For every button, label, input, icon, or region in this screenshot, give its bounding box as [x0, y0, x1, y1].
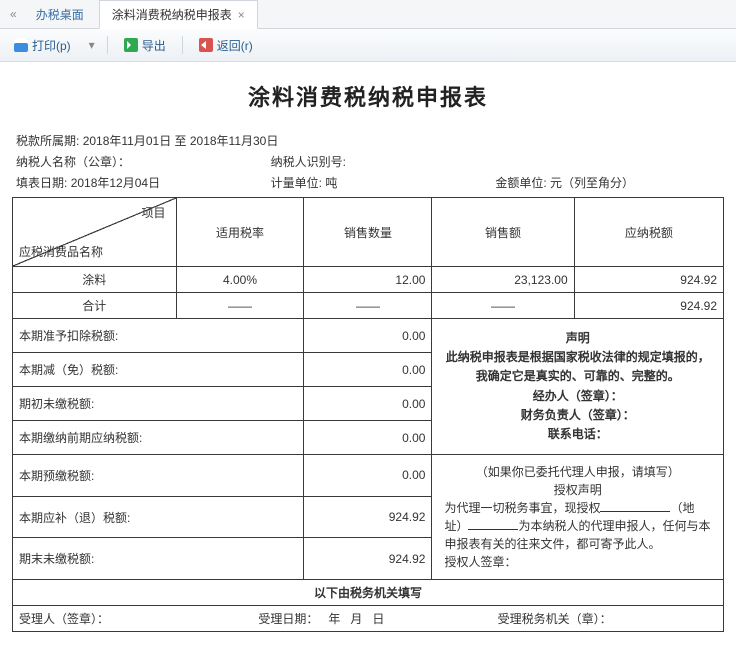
header-label-bottom: 应税消费品名称	[19, 243, 103, 260]
line-label: 本期预缴税额:	[13, 455, 304, 497]
footer-day: 日	[372, 612, 384, 626]
footer-year: 年	[328, 612, 340, 626]
line-value: 0.00	[304, 353, 432, 387]
button-label: 打印(p)	[32, 37, 71, 54]
tab-form[interactable]: 涂料消费税纳税申报表 ×	[99, 0, 258, 29]
line-label: 本期缴纳前期应纳税额:	[13, 421, 304, 455]
row-l1: 本期准予扣除税额: 0.00 声明 此纳税申报表是根据国家税收法律的规定填报的，…	[13, 319, 724, 353]
tab-desktop[interactable]: 办税桌面	[23, 0, 97, 28]
value: 元（列至角分）	[550, 176, 634, 190]
page-title: 涂料消费税纳税申报表	[12, 72, 724, 130]
line-label: 本期应补（退）税额:	[13, 496, 304, 538]
cell-name: 合计	[13, 293, 177, 319]
value: 2018年12月04日	[71, 176, 160, 190]
line-value: 924.92	[304, 496, 432, 538]
report-table: 项目 应税消费品名称 适用税率 销售数量 销售额 应纳税额 涂料 4.00% 1…	[12, 197, 724, 632]
meta-filldate: 填表日期: 2018年12月04日 计量单位: 吨 金额单位: 元（列至角分）	[12, 172, 724, 193]
cell-tax: 924.92	[574, 267, 723, 293]
label: 填表日期:	[16, 176, 67, 190]
auth-blank2	[468, 517, 518, 530]
footer-date-label: 受理日期：	[258, 612, 318, 626]
col-rate: 适用税率	[176, 198, 304, 267]
label: 计量单位:	[271, 176, 322, 190]
declaration-handler: 经办人（签章）：	[442, 387, 713, 406]
footer-row: 受理人（签章）： 受理日期： 年 月 日 受理税务机关（章）：	[13, 606, 724, 632]
line-label: 本期减（免）税额:	[13, 353, 304, 387]
cell-tax: 924.92	[574, 293, 723, 319]
separator	[107, 36, 108, 54]
line-label: 本期准予扣除税额:	[13, 319, 304, 353]
auth-hint: （如果你已委托代理人申报，请填写）	[444, 463, 711, 481]
header-diagonal: 项目 应税消费品名称	[13, 198, 177, 267]
cell-name: 涂料	[13, 267, 177, 293]
label: 纳税人名称（公章）：	[16, 155, 130, 169]
declaration-phone: 联系电话：	[442, 425, 713, 444]
printer-icon	[14, 38, 28, 52]
cell-amount: ——	[432, 293, 574, 319]
col-tax: 应纳税额	[574, 198, 723, 267]
label: 纳税人识别号:	[271, 155, 346, 169]
line-value: 0.00	[304, 319, 432, 353]
cell-qty: 12.00	[304, 267, 432, 293]
col-amount: 销售额	[432, 198, 574, 267]
label: 金额单位:	[495, 176, 546, 190]
print-button[interactable]: 打印(p)	[8, 35, 77, 56]
line-value: 0.00	[304, 455, 432, 497]
export-icon	[124, 38, 138, 52]
cell-qty: ——	[304, 293, 432, 319]
declaration-cell: 声明 此纳税申报表是根据国家税收法律的规定填报的，我确定它是真实的、可靠的、完整…	[432, 319, 724, 455]
footer-receiver: 受理人（签章）：	[19, 610, 238, 627]
row-total: 合计 —— —— —— 924.92	[13, 293, 724, 319]
declaration-cfo: 财务负责人（签章）：	[442, 406, 713, 425]
tab-scroll-left[interactable]: «	[4, 0, 23, 28]
line-value: 0.00	[304, 421, 432, 455]
line-label: 期初未缴税额:	[13, 387, 304, 421]
cell-rate: ——	[176, 293, 304, 319]
auth-title: 授权声明	[444, 481, 711, 499]
line-value: 0.00	[304, 387, 432, 421]
authorization-cell: （如果你已委托代理人申报，请填写） 授权声明 为代理一切税务事宜，现授权（地址）…	[432, 455, 724, 580]
row-l5: 本期预缴税额: 0.00 （如果你已委托代理人申报，请填写） 授权声明 为代理一…	[13, 455, 724, 497]
auth-prefix: 为代理一切税务事宜，现授权	[444, 501, 600, 515]
button-label: 返回(r)	[217, 37, 253, 54]
print-dropdown-icon[interactable]: ▾	[87, 38, 97, 52]
cell-amount: 23,123.00	[432, 267, 574, 293]
meta-period: 税款所属期: 2018年11月01日 至 2018年11月30日	[12, 130, 724, 151]
header-label-top: 项目	[142, 204, 166, 221]
declaration-body: 此纳税申报表是根据国家税收法律的规定填报的，我确定它是真实的、可靠的、完整的。	[442, 348, 713, 386]
page-content: 涂料消费税纳税申报表 税款所属期: 2018年11月01日 至 2018年11月…	[0, 62, 736, 648]
declaration-title: 声明	[442, 329, 713, 348]
cell-rate: 4.00%	[176, 267, 304, 293]
auth-sign: 授权人签章：	[444, 555, 516, 569]
tab-bar: « 办税桌面 涂料消费税纳税申报表 ×	[0, 0, 736, 29]
label: 税款所属期:	[16, 134, 79, 148]
toolbar: 打印(p) ▾ 导出 返回(r)	[0, 29, 736, 62]
value: 吨	[325, 176, 337, 190]
auth-blank	[600, 499, 670, 512]
tab-label: 涂料消费税纳税申报表	[112, 6, 232, 23]
separator	[182, 36, 183, 54]
back-button[interactable]: 返回(r)	[193, 35, 259, 56]
export-button[interactable]: 导出	[118, 35, 172, 56]
tax-office-section: 以下由税务机关填写	[13, 580, 724, 606]
close-icon[interactable]: ×	[238, 8, 245, 22]
footer-office: 受理税务机关（章）：	[498, 610, 717, 627]
col-qty: 销售数量	[304, 198, 432, 267]
footer-month: 月	[350, 612, 362, 626]
value: 2018年11月01日 至 2018年11月30日	[83, 134, 279, 148]
back-icon	[199, 38, 213, 52]
section-label: 以下由税务机关填写	[13, 580, 724, 606]
meta-payer: 纳税人名称（公章）： 纳税人识别号:	[12, 151, 724, 172]
button-label: 导出	[142, 37, 166, 54]
row-product: 涂料 4.00% 12.00 23,123.00 924.92	[13, 267, 724, 293]
header-row: 项目 应税消费品名称 适用税率 销售数量 销售额 应纳税额	[13, 198, 724, 267]
line-value: 924.92	[304, 538, 432, 580]
tab-label: 办税桌面	[36, 6, 84, 23]
line-label: 期末未缴税额:	[13, 538, 304, 580]
